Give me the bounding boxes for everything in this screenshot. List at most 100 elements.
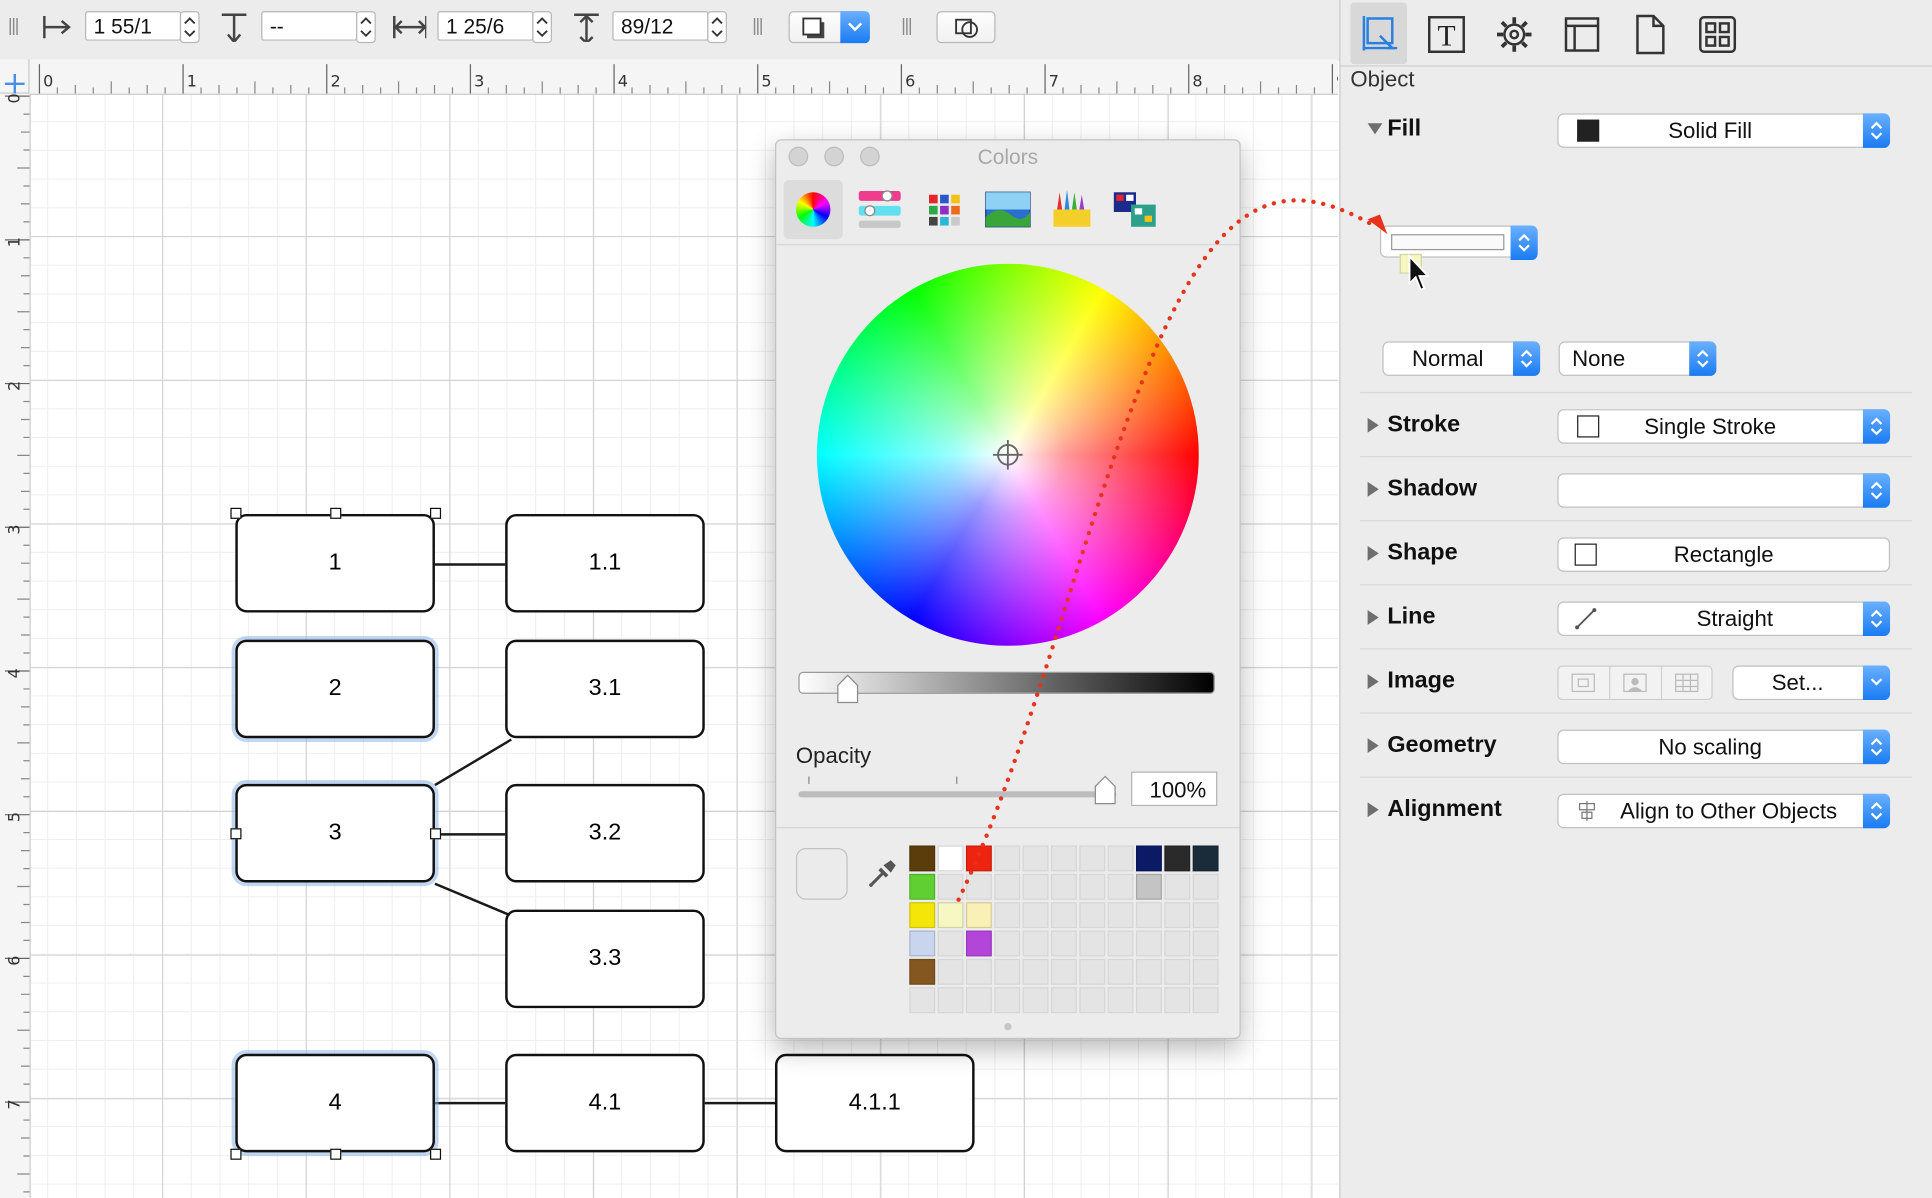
empty-swatch[interactable] bbox=[1050, 987, 1077, 1014]
empty-swatch[interactable] bbox=[1107, 873, 1134, 900]
empty-swatch[interactable] bbox=[1079, 845, 1106, 872]
diagram-node[interactable]: 3.1 bbox=[505, 639, 705, 739]
empty-swatch[interactable] bbox=[1135, 902, 1162, 929]
shadow-popup[interactable] bbox=[1557, 473, 1891, 508]
diagram-node[interactable]: 4 bbox=[235, 1053, 435, 1153]
empty-swatch[interactable] bbox=[1079, 958, 1106, 985]
empty-swatch[interactable] bbox=[1050, 958, 1077, 985]
x-position-field[interactable]: 1 55/1 bbox=[85, 11, 182, 41]
image-palettes-tab[interactable] bbox=[978, 180, 1037, 239]
line-type-popup[interactable]: Straight bbox=[1557, 601, 1891, 636]
selection-handle[interactable] bbox=[430, 507, 442, 519]
blend-mode-popup[interactable]: Normal bbox=[1382, 341, 1541, 376]
empty-swatch[interactable] bbox=[965, 958, 992, 985]
diagram-node[interactable]: 1 bbox=[235, 513, 435, 613]
color-swatch[interactable] bbox=[965, 845, 992, 872]
empty-swatch[interactable] bbox=[1022, 902, 1049, 929]
empty-swatch[interactable] bbox=[937, 930, 964, 957]
diagram-node[interactable]: 2 bbox=[235, 639, 435, 739]
toolbar-grip-icon[interactable]: ||| bbox=[752, 16, 765, 38]
color-swatch[interactable] bbox=[937, 902, 964, 929]
set-image-popup[interactable]: Set... bbox=[1732, 665, 1891, 701]
empty-swatch[interactable] bbox=[1050, 930, 1077, 957]
color-swatch[interactable] bbox=[1164, 845, 1191, 872]
y-position-field[interactable]: -- bbox=[261, 11, 358, 41]
empty-swatch[interactable] bbox=[1022, 930, 1049, 957]
disclosure-collapsed-icon[interactable] bbox=[1367, 738, 1379, 754]
selection-handle[interactable] bbox=[230, 828, 242, 840]
empty-swatch[interactable] bbox=[1135, 987, 1162, 1014]
empty-swatch[interactable] bbox=[1022, 958, 1049, 985]
brightness-slider-knob[interactable] bbox=[835, 673, 860, 705]
empty-swatch[interactable] bbox=[965, 873, 992, 900]
selection-handle[interactable] bbox=[430, 1148, 442, 1160]
empty-swatch[interactable] bbox=[1079, 902, 1106, 929]
empty-swatch[interactable] bbox=[1050, 845, 1077, 872]
empty-swatch[interactable] bbox=[909, 987, 936, 1014]
object-inspector-tab[interactable] bbox=[1350, 2, 1408, 65]
alignment-popup[interactable]: Align to Other Objects bbox=[1557, 793, 1891, 829]
image-stretch-icon[interactable] bbox=[1623, 673, 1648, 693]
disclosure-collapsed-icon[interactable] bbox=[1367, 417, 1379, 433]
current-color-well[interactable] bbox=[795, 847, 848, 900]
empty-swatch[interactable] bbox=[1192, 987, 1219, 1014]
gradient-popup[interactable]: None bbox=[1558, 341, 1717, 376]
color-swatch[interactable] bbox=[1192, 845, 1219, 872]
brightness-slider[interactable] bbox=[798, 671, 1215, 694]
selection-handle[interactable] bbox=[330, 507, 342, 519]
stroke-type-popup[interactable]: Single Stroke bbox=[1557, 409, 1891, 444]
empty-swatch[interactable] bbox=[1107, 958, 1134, 985]
empty-swatch[interactable] bbox=[965, 987, 992, 1014]
shape-popup[interactable]: Rectangle bbox=[1557, 537, 1891, 572]
resize-handle[interactable] bbox=[1004, 1022, 1012, 1031]
empty-swatch[interactable] bbox=[1022, 845, 1049, 872]
crayons-tab[interactable] bbox=[1042, 180, 1101, 239]
empty-swatch[interactable] bbox=[1022, 987, 1049, 1014]
document-inspector-tab[interactable] bbox=[1625, 10, 1674, 59]
color-swatch[interactable] bbox=[1135, 873, 1162, 900]
shadow-style-popup[interactable] bbox=[788, 11, 870, 44]
selection-handle[interactable] bbox=[330, 1148, 342, 1160]
empty-swatch[interactable] bbox=[994, 873, 1021, 900]
width-field[interactable]: 1 25/6 bbox=[437, 11, 534, 41]
combine-shapes-button[interactable] bbox=[936, 11, 996, 44]
empty-swatch[interactable] bbox=[994, 930, 1021, 957]
diagram-node[interactable]: 1.1 bbox=[505, 513, 705, 613]
geometry-popup[interactable]: No scaling bbox=[1557, 729, 1891, 765]
empty-swatch[interactable] bbox=[1079, 987, 1106, 1014]
disclosure-collapsed-icon[interactable] bbox=[1367, 481, 1379, 497]
empty-swatch[interactable] bbox=[1079, 873, 1106, 900]
empty-swatch[interactable] bbox=[1050, 873, 1077, 900]
toolbar-grip-icon[interactable]: ||| bbox=[7, 16, 20, 38]
diagram-node[interactable]: 4.1 bbox=[505, 1053, 705, 1153]
empty-swatch[interactable] bbox=[1192, 873, 1219, 900]
opacity-value-field[interactable]: 100% bbox=[1131, 771, 1218, 807]
fill-color-popup[interactable] bbox=[1379, 225, 1538, 261]
empty-swatch[interactable] bbox=[1135, 930, 1162, 957]
empty-swatch[interactable] bbox=[994, 845, 1021, 872]
color-swatch[interactable] bbox=[909, 958, 936, 985]
height-field[interactable]: 89/12 bbox=[612, 11, 709, 41]
color-sliders-tab[interactable] bbox=[850, 180, 909, 239]
empty-swatch[interactable] bbox=[994, 958, 1021, 985]
disclosure-collapsed-icon[interactable] bbox=[1367, 802, 1379, 818]
empty-swatch[interactable] bbox=[1079, 930, 1106, 957]
height-stepper[interactable] bbox=[707, 11, 727, 44]
color-swatch[interactable] bbox=[965, 930, 992, 957]
selection-handle[interactable] bbox=[430, 828, 442, 840]
empty-swatch[interactable] bbox=[937, 958, 964, 985]
x-position-stepper[interactable] bbox=[179, 11, 200, 44]
empty-swatch[interactable] bbox=[1022, 873, 1049, 900]
empty-swatch[interactable] bbox=[1164, 958, 1191, 985]
eyedropper-icon[interactable] bbox=[865, 857, 897, 892]
image-tile-icon[interactable] bbox=[1674, 673, 1699, 693]
selection-handle[interactable] bbox=[230, 1148, 242, 1160]
empty-swatch[interactable] bbox=[1192, 902, 1219, 929]
empty-swatch[interactable] bbox=[994, 902, 1021, 929]
empty-swatch[interactable] bbox=[994, 987, 1021, 1014]
color-swatch[interactable] bbox=[909, 930, 936, 957]
empty-swatch[interactable] bbox=[1107, 902, 1134, 929]
empty-swatch[interactable] bbox=[1192, 958, 1219, 985]
empty-swatch[interactable] bbox=[1107, 845, 1134, 872]
color-swatch[interactable] bbox=[937, 845, 964, 872]
